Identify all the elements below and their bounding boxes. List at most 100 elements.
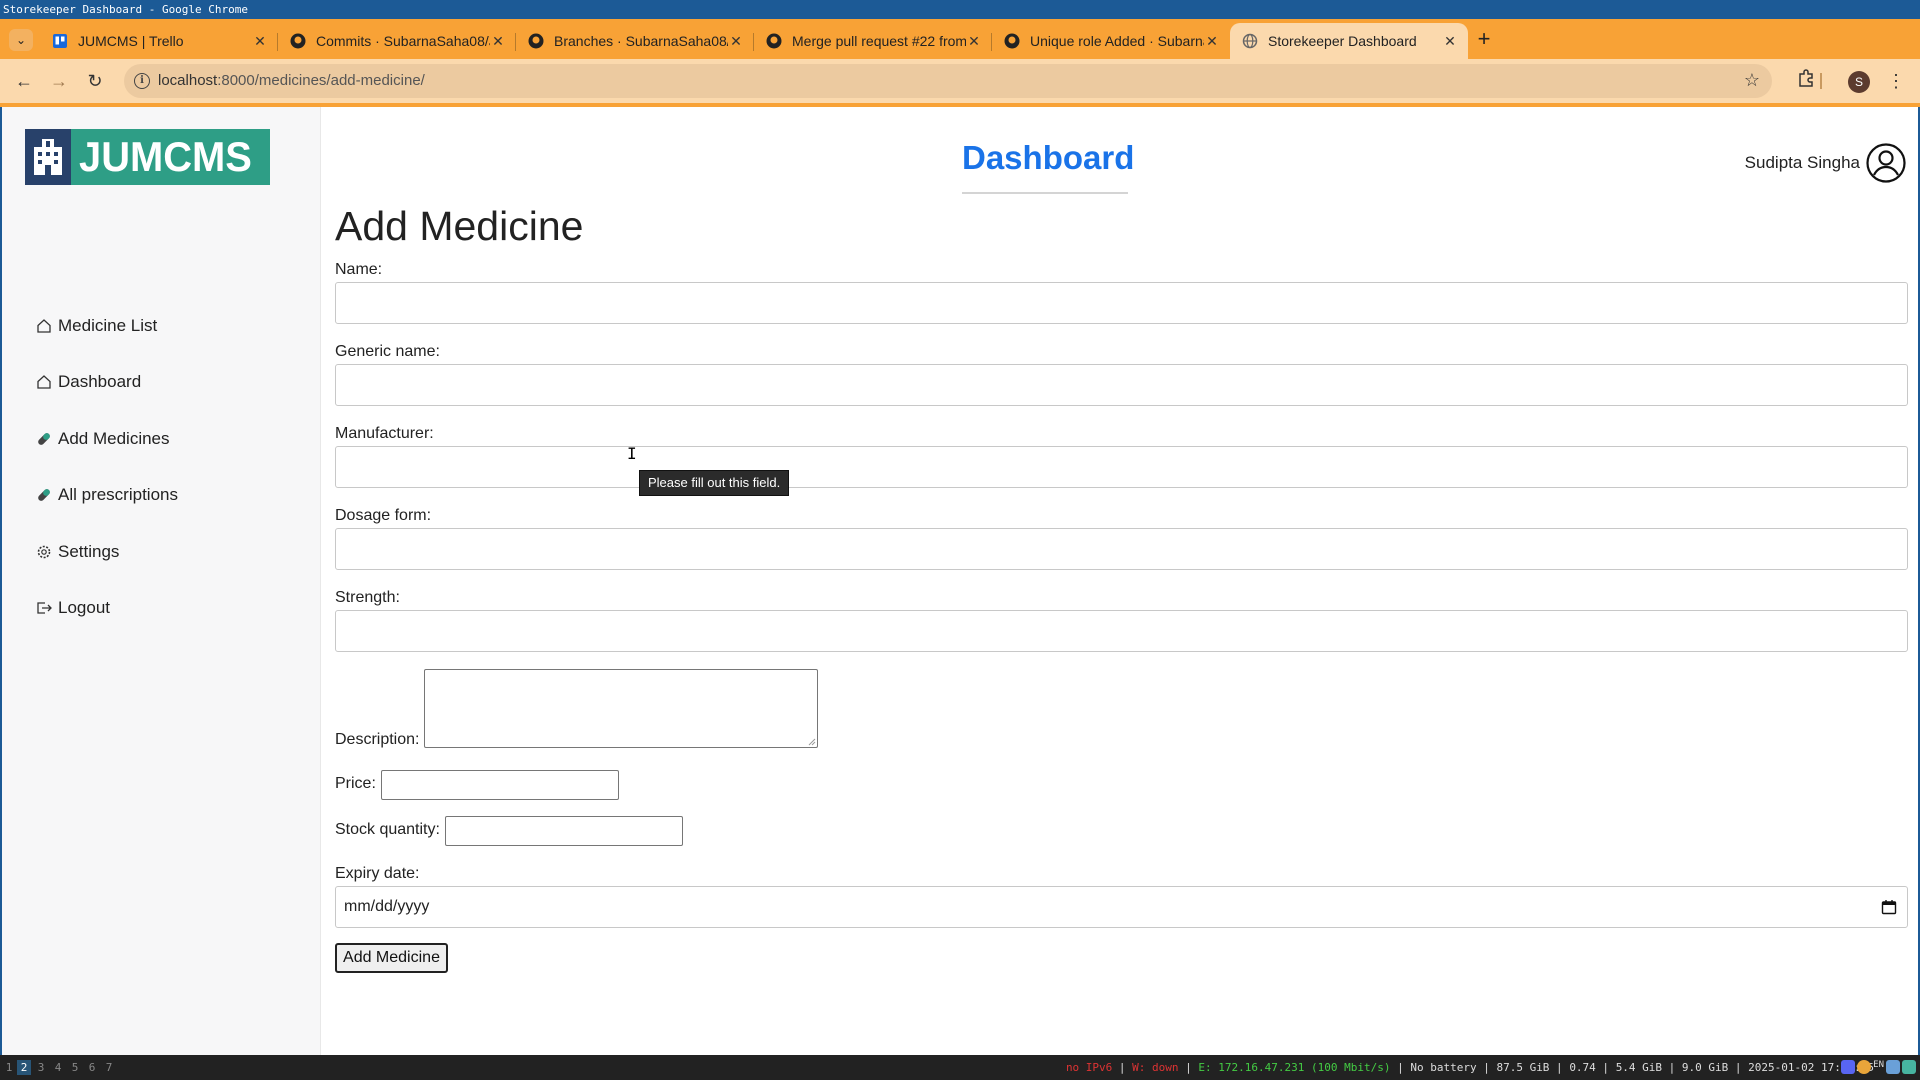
logo-text: JUMCMS	[79, 133, 252, 180]
home-icon	[36, 318, 52, 334]
github-icon	[290, 33, 306, 49]
calendar-icon[interactable]	[1881, 899, 1897, 915]
building-icon	[34, 139, 62, 175]
close-icon[interactable]: ✕	[966, 33, 982, 50]
name-field[interactable]	[335, 282, 1908, 324]
tab-storekeeper-dashboard[interactable]: Storekeeper Dashboard ✕	[1230, 23, 1468, 59]
tab-label: Merge pull request #22 from	[792, 33, 966, 49]
stock-quantity-field[interactable]	[445, 816, 683, 846]
capsule-icon	[36, 487, 52, 503]
battery-status: No battery	[1410, 1061, 1477, 1074]
close-icon[interactable]: ✕	[252, 33, 268, 50]
text-cursor-icon: I	[627, 444, 637, 463]
close-icon[interactable]: ✕	[490, 33, 506, 50]
name-label: Name:	[335, 261, 383, 278]
tab-trello[interactable]: JUMCMS | Trello ✕	[40, 23, 278, 59]
sidebar-item-dashboard[interactable]: Dashboard	[36, 370, 141, 394]
workspace-6[interactable]: 6	[85, 1060, 99, 1075]
new-tab-button[interactable]: +	[1472, 28, 1496, 52]
add-medicine-button[interactable]: Add Medicine	[335, 943, 448, 973]
close-icon[interactable]: ✕	[728, 33, 744, 50]
stock-quantity-label: Stock quantity:	[335, 821, 440, 838]
tab-commits[interactable]: Commits · SubarnaSaha08/JUMCMS ✕	[278, 23, 516, 59]
sidebar-item-medicine-list[interactable]: Medicine List	[36, 314, 157, 338]
browser-toolbar: ← → ↻ i localhost:8000/medicines/add-med…	[0, 59, 1920, 103]
strength-field[interactable]	[335, 610, 1908, 652]
extensions-icon[interactable]	[1794, 69, 1818, 93]
title-underline	[962, 192, 1128, 194]
address-bar[interactable]: i localhost:8000/medicines/add-medicine/…	[124, 64, 1772, 98]
system-status: no IPv6 | W: down | E: 172.16.47.231 (10…	[1065, 1061, 1874, 1074]
dosage-form-label: Dosage form:	[335, 507, 432, 524]
dosage-form-field[interactable]	[335, 528, 1908, 570]
gear-icon	[36, 544, 52, 560]
update-icon[interactable]	[1902, 1060, 1916, 1074]
strength-label: Strength:	[335, 589, 400, 606]
sidebar-item-add-medicines[interactable]: Add Medicines	[36, 427, 170, 451]
url-text[interactable]: localhost:8000/medicines/add-medicine/	[158, 72, 425, 89]
back-arrow-icon[interactable]: ←	[12, 69, 36, 93]
user-avatar-icon[interactable]	[1866, 143, 1906, 183]
date-placeholder: mm/dd/yyyy	[344, 898, 430, 915]
browser-chrome: ⌄ JUMCMS | Trello ✕ Commits · SubarnaSah…	[0, 19, 1920, 107]
trello-icon	[52, 33, 68, 49]
tab-unique-role[interactable]: Unique role Added · SubarnaSaha08 ✕	[992, 23, 1230, 59]
home-icon	[36, 374, 52, 390]
globe-icon	[1242, 33, 1258, 49]
manufacturer-label: Manufacturer:	[335, 425, 434, 442]
reload-icon[interactable]: ↻	[83, 69, 107, 93]
expiry-date-field[interactable]: mm/dd/yyyy	[335, 886, 1908, 928]
github-icon	[766, 33, 782, 49]
memory-status: 5.4 GiB | 9.0 GiB	[1615, 1061, 1729, 1074]
site-info-icon[interactable]: i	[134, 73, 150, 89]
capsule-icon	[36, 431, 52, 447]
forward-arrow-icon[interactable]: →	[47, 69, 71, 93]
workspace-1[interactable]: 1	[2, 1060, 16, 1075]
workspace-3[interactable]: 3	[34, 1060, 48, 1075]
generic-name-label: Generic name:	[335, 343, 440, 360]
kebab-menu-icon[interactable]: ⋮	[1884, 69, 1908, 93]
github-icon	[528, 33, 544, 49]
workspace-5[interactable]: 5	[68, 1060, 82, 1075]
jumcms-logo: JUMCMS	[25, 129, 270, 185]
sidebar-item-settings[interactable]: Settings	[36, 540, 119, 564]
keyboard-layout[interactable]: EN	[1873, 1060, 1884, 1074]
system-tray: EN	[1841, 1060, 1916, 1074]
user-name: Sudipta Singha	[1744, 153, 1860, 172]
generic-name-field[interactable]	[335, 364, 1908, 406]
sidebar-item-label: All prescriptions	[58, 485, 178, 504]
network-icon[interactable]	[1886, 1060, 1900, 1074]
workspace-2[interactable]: 2	[17, 1060, 31, 1075]
price-field[interactable]	[381, 770, 619, 800]
status-bar: 1 2 3 4 5 6 7 no IPv6 | W: down | E: 172…	[0, 1055, 1920, 1080]
tab-label: Commits · SubarnaSaha08/JUMCMS	[316, 33, 490, 49]
tab-merge-pr[interactable]: Merge pull request #22 from ✕	[754, 23, 992, 59]
workspace-4[interactable]: 4	[51, 1060, 65, 1075]
tab-branches[interactable]: Branches · SubarnaSaha08/JUMCMS ✕	[516, 23, 754, 59]
logout-icon	[36, 600, 52, 616]
sidebar-item-logout[interactable]: Logout	[36, 596, 110, 620]
form-heading: Add Medicine	[335, 203, 584, 249]
url-path: :8000/medicines/add-medicine/	[217, 72, 425, 89]
sidebar: JUMCMS Medicine List Dashboard Add Medic…	[2, 107, 321, 1055]
validation-tooltip: Please fill out this field.	[639, 470, 790, 496]
close-icon[interactable]: ✕	[1442, 33, 1458, 50]
manufacturer-field[interactable]	[335, 446, 1908, 488]
bookmark-star-icon[interactable]: ☆	[1744, 70, 1760, 91]
resize-handle-icon[interactable]	[808, 738, 816, 746]
disk-status: 87.5 GiB	[1496, 1061, 1550, 1074]
close-icon[interactable]: ✕	[1204, 33, 1220, 50]
tab-search-icon[interactable]: ⌄	[9, 29, 33, 51]
profile-avatar[interactable]: S	[1848, 71, 1870, 93]
chrome-icon[interactable]	[1857, 1060, 1872, 1074]
sidebar-item-label: Add Medicines	[58, 429, 170, 448]
ipv6-status: no IPv6	[1065, 1061, 1113, 1074]
sidebar-item-all-prescriptions[interactable]: All prescriptions	[36, 483, 178, 507]
expiry-date-label: Expiry date:	[335, 865, 420, 882]
workspace-7[interactable]: 7	[102, 1060, 116, 1075]
window-title: Storekeeper Dashboard - Google Chrome	[0, 0, 1920, 19]
tab-label: JUMCMS | Trello	[78, 33, 184, 49]
load-status: 0.74	[1569, 1061, 1596, 1074]
discord-icon[interactable]	[1841, 1060, 1856, 1074]
description-textarea[interactable]	[424, 669, 818, 748]
